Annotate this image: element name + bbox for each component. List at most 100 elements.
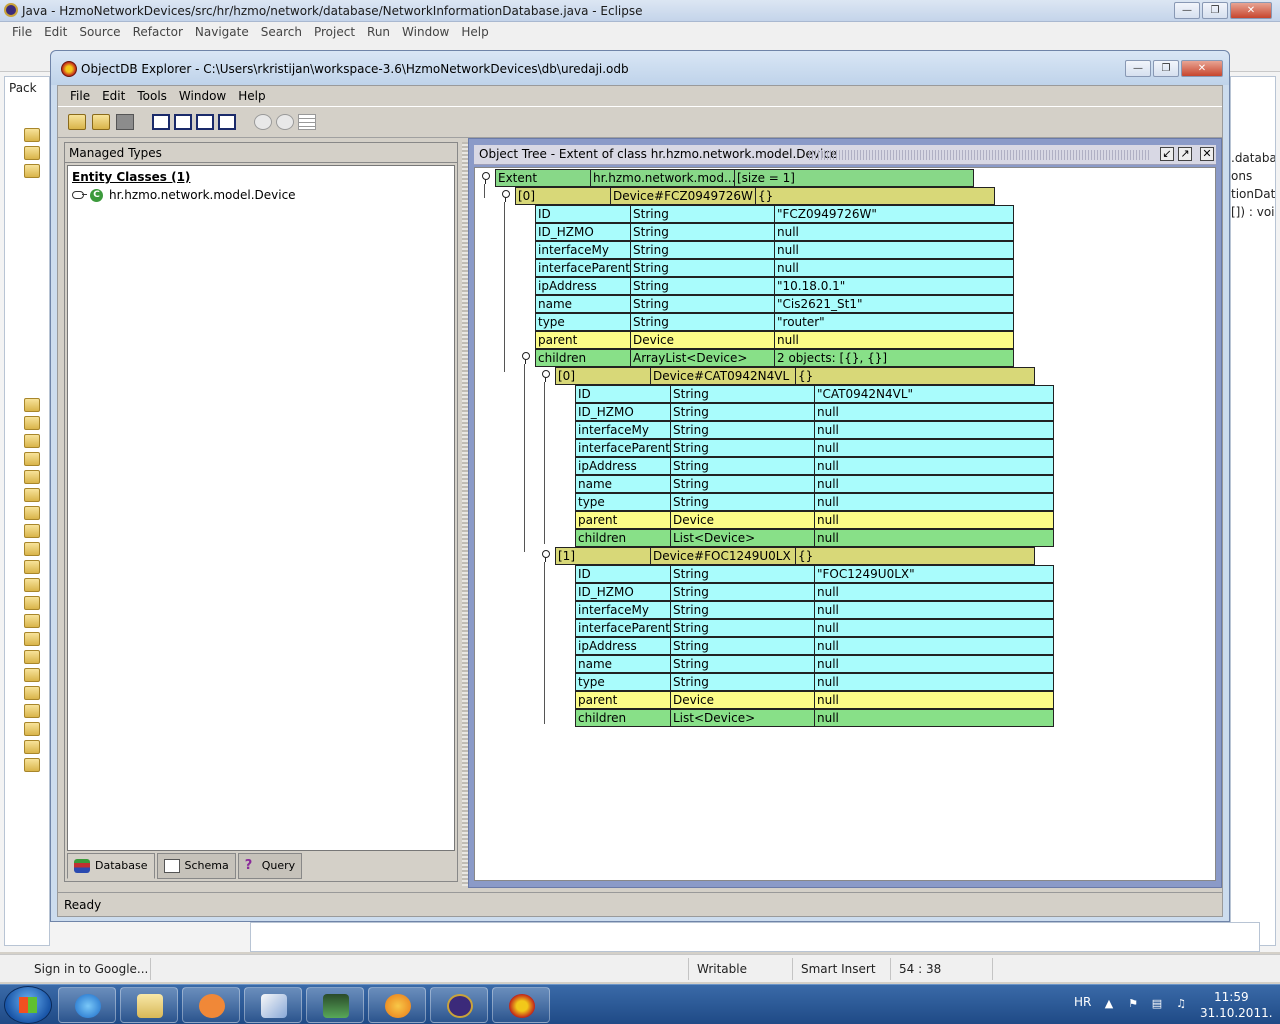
field-value-cell[interactable]: null xyxy=(814,403,1054,421)
taskbar-paint[interactable] xyxy=(244,987,302,1023)
eclipse-menu-window[interactable]: Window xyxy=(396,22,455,42)
device-index-cell[interactable]: [0] xyxy=(515,187,611,205)
volume-icon[interactable]: ♫ xyxy=(1174,997,1188,1011)
expand-pin-icon[interactable] xyxy=(499,190,511,202)
expand-key-icon[interactable] xyxy=(72,191,87,199)
field-type-cell[interactable]: String xyxy=(670,439,815,457)
field-name-cell[interactable]: ID xyxy=(535,205,631,223)
google-signin-link[interactable]: Sign in to Google... xyxy=(34,962,148,976)
field-name-cell[interactable]: ipAddress xyxy=(535,277,631,295)
odb-menu-file[interactable]: File xyxy=(64,86,96,106)
field-name-cell[interactable]: ID_HZMO xyxy=(575,583,671,601)
objectdb-minimize-button[interactable]: — xyxy=(1125,60,1151,77)
field-name-cell[interactable]: name xyxy=(535,295,631,313)
field-type-cell[interactable]: String xyxy=(630,295,775,313)
field-value-cell[interactable]: null xyxy=(814,493,1054,511)
field-type-cell[interactable]: String xyxy=(670,655,815,673)
package-folder-icon[interactable] xyxy=(24,524,40,538)
field-type-cell[interactable]: String xyxy=(670,619,815,637)
clock-date[interactable]: 31.10.2011. xyxy=(1200,1006,1273,1020)
child-braces-cell[interactable]: {} xyxy=(795,547,1035,565)
tile-icon[interactable] xyxy=(218,114,236,130)
entity-classes-category[interactable]: Entity Classes (1) xyxy=(72,170,190,184)
field-type-cell[interactable]: String xyxy=(630,223,775,241)
eclipse-menu-navigate[interactable]: Navigate xyxy=(189,22,255,42)
package-folder-icon[interactable] xyxy=(24,740,40,754)
eclipse-menu-edit[interactable]: Edit xyxy=(38,22,73,42)
field-type-cell[interactable]: String xyxy=(670,475,815,493)
extent-class-cell[interactable]: hr.hzmo.network.mod... xyxy=(590,169,735,187)
package-folder-icon[interactable] xyxy=(24,722,40,736)
field-name-cell[interactable]: children xyxy=(575,709,671,727)
odb-menu-tools[interactable]: Tools xyxy=(131,86,173,106)
package-folder-icon[interactable] xyxy=(24,416,40,430)
field-value-cell[interactable]: null xyxy=(814,475,1054,493)
child-index-cell[interactable]: [1] xyxy=(555,547,651,565)
eclipse-close-button[interactable]: ✕ xyxy=(1230,2,1272,19)
restore-frame-icon[interactable]: ↙ xyxy=(1160,147,1174,161)
field-name-cell[interactable]: ID_HZMO xyxy=(535,223,631,241)
field-name-cell[interactable]: ipAddress xyxy=(575,637,671,655)
eclipse-menu-search[interactable]: Search xyxy=(255,22,308,42)
field-value-cell[interactable]: null xyxy=(814,673,1054,691)
tab-database[interactable]: Database xyxy=(67,853,155,879)
tab-query[interactable]: ? Query xyxy=(237,853,303,879)
expand-pin-icon[interactable] xyxy=(479,172,491,184)
find-icon[interactable] xyxy=(276,114,294,130)
field-value-cell[interactable]: null xyxy=(814,439,1054,457)
field-value-cell[interactable]: "router" xyxy=(774,313,1014,331)
field-type-cell[interactable]: String xyxy=(670,421,815,439)
close-frame-icon[interactable]: ✕ xyxy=(1200,147,1214,161)
odb-menu-help[interactable]: Help xyxy=(232,86,271,106)
field-value-cell[interactable]: null xyxy=(814,637,1054,655)
field-value-cell[interactable]: "10.18.0.1" xyxy=(774,277,1014,295)
child-index-cell[interactable]: [0] xyxy=(555,367,651,385)
expand-pin-icon[interactable] xyxy=(519,352,531,364)
field-type-cell[interactable]: Device xyxy=(630,331,775,349)
field-type-cell[interactable]: String xyxy=(670,565,815,583)
field-name-cell[interactable]: type xyxy=(575,673,671,691)
field-type-cell[interactable]: String xyxy=(670,403,815,421)
field-type-cell[interactable]: ArrayList<Device> xyxy=(630,349,775,367)
tab-schema[interactable]: Schema xyxy=(156,853,236,879)
objectdb-close-button[interactable]: ✕ xyxy=(1181,60,1223,77)
expand-pin-icon[interactable] xyxy=(539,370,551,382)
cascade-icon[interactable] xyxy=(196,114,214,130)
field-value-cell[interactable]: null xyxy=(774,331,1014,349)
eclipse-maximize-button[interactable]: ❐ xyxy=(1202,2,1228,19)
package-folder-icon[interactable] xyxy=(24,704,40,718)
eclipse-menu-help[interactable]: Help xyxy=(455,22,494,42)
package-explorer-tab[interactable]: Pack xyxy=(9,81,37,95)
split-vertical-icon[interactable] xyxy=(174,114,192,130)
field-name-cell[interactable]: parent xyxy=(575,511,671,529)
field-type-cell[interactable]: String xyxy=(670,673,815,691)
taskbar-office[interactable] xyxy=(368,987,426,1023)
taskbar-internet-explorer[interactable] xyxy=(58,987,116,1023)
taskbar-explorer[interactable] xyxy=(120,987,178,1023)
package-folder-icon[interactable] xyxy=(24,452,40,466)
field-name-cell[interactable]: interfaceMy xyxy=(535,241,631,259)
field-type-cell[interactable]: String xyxy=(630,313,775,331)
field-value-cell[interactable]: null xyxy=(774,223,1014,241)
package-folder-icon[interactable] xyxy=(24,578,40,592)
field-name-cell[interactable]: ID xyxy=(575,385,671,403)
package-folder-icon[interactable] xyxy=(24,686,40,700)
field-type-cell[interactable]: String xyxy=(630,205,775,223)
field-value-cell[interactable]: null xyxy=(814,619,1054,637)
field-value-cell[interactable]: "FCZ0949726W" xyxy=(774,205,1014,223)
split-horizontal-icon[interactable] xyxy=(152,114,170,130)
refresh-icon[interactable] xyxy=(254,114,272,130)
field-type-cell[interactable]: String xyxy=(670,493,815,511)
package-folder-icon[interactable] xyxy=(24,596,40,610)
field-value-cell[interactable]: null xyxy=(814,583,1054,601)
field-name-cell[interactable]: ipAddress xyxy=(575,457,671,475)
package-folder-icon[interactable] xyxy=(24,434,40,448)
field-value-cell[interactable]: null xyxy=(814,511,1054,529)
field-name-cell[interactable]: interfaceParent xyxy=(575,619,671,637)
entity-class-node[interactable]: C hr.hzmo.network.model.Device xyxy=(72,188,296,202)
field-name-cell[interactable]: type xyxy=(575,493,671,511)
field-type-cell[interactable]: String xyxy=(630,259,775,277)
field-name-cell[interactable]: children xyxy=(535,349,631,367)
field-name-cell[interactable]: ID_HZMO xyxy=(575,403,671,421)
language-indicator[interactable]: HR xyxy=(1074,995,1091,1009)
